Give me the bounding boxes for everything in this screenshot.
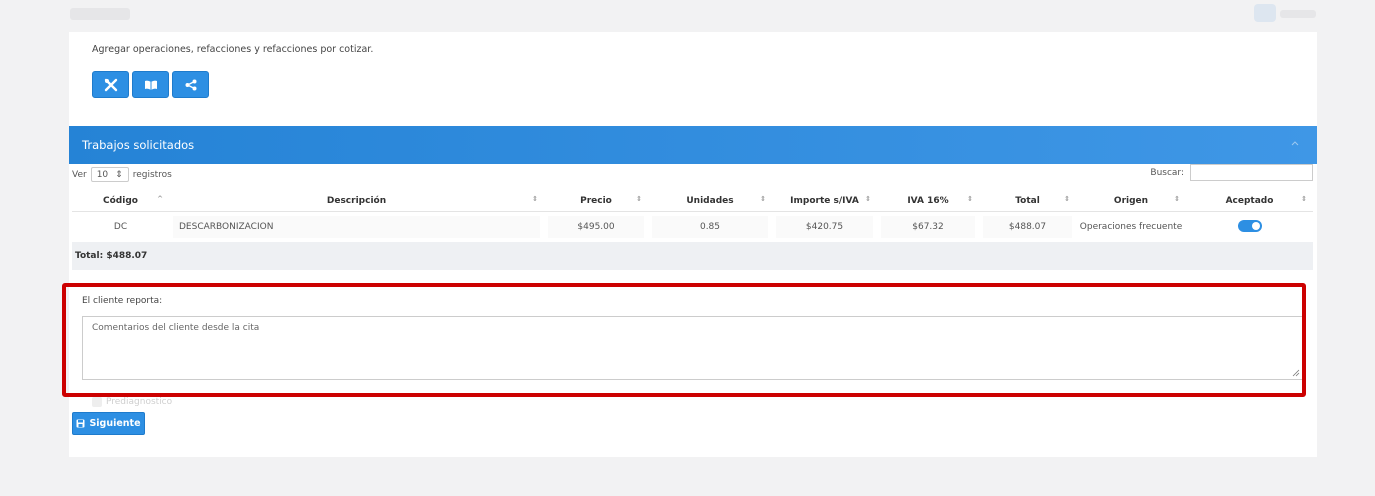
- faded-breadcrumb: [70, 8, 130, 20]
- sort-icon: ⇕: [636, 195, 642, 203]
- prediagnostico-checkbox[interactable]: [92, 397, 102, 407]
- top-bar-faded: [0, 0, 1375, 32]
- cell-unidades: 0.85: [648, 211, 772, 242]
- records-label: registros: [132, 169, 172, 180]
- faded-user-name: [1280, 10, 1316, 18]
- save-icon: [76, 419, 85, 428]
- page-length-control: Ver 10 ⇕ registros: [72, 167, 172, 182]
- intro-text: Agregar operaciones, refacciones y refac…: [92, 44, 374, 55]
- add-items-toolbar: [92, 71, 209, 98]
- sort-asc-icon: ^: [157, 195, 163, 203]
- main-card: Agregar operaciones, refacciones y refac…: [62, 32, 1317, 457]
- prediagnostico-label: Prediagnostico: [106, 397, 173, 407]
- cell-origen: Operaciones frecuente: [1076, 211, 1186, 242]
- next-button-label: Siguiente: [89, 418, 141, 429]
- cell-iva: $67.32: [877, 211, 979, 242]
- col-header-descripcion[interactable]: Descripción ⇕: [169, 190, 544, 212]
- sort-icon: ⇕: [967, 195, 973, 203]
- search-label: Buscar:: [1150, 167, 1184, 178]
- col-header-origen[interactable]: Origen ⇕: [1076, 190, 1186, 212]
- sort-icon: ⇕: [1064, 195, 1070, 203]
- share-icon: [185, 79, 196, 90]
- page-size-value: 10: [96, 169, 109, 180]
- cell-aceptado: [1186, 211, 1313, 242]
- select-arrows-icon: ⇕: [115, 169, 123, 180]
- faded-user-icon: [1254, 4, 1276, 22]
- table-search: Buscar:: [1150, 164, 1313, 181]
- panel-title: Trabajos solicitados: [82, 138, 195, 152]
- search-input[interactable]: [1190, 164, 1313, 181]
- show-label: Ver: [72, 169, 87, 180]
- jobs-panel-header[interactable]: Trabajos solicitados: [69, 126, 1317, 164]
- accepted-toggle[interactable]: [1237, 219, 1262, 232]
- col-header-precio[interactable]: Precio ⇕: [544, 190, 648, 212]
- total-label: Total: $488.07: [72, 242, 1313, 270]
- table-row: DC DESCARBONIZACION $495.00 0.85 $420.75…: [72, 211, 1313, 242]
- tools-icon: [104, 78, 117, 91]
- sort-icon: ⇕: [865, 195, 871, 203]
- col-header-unidades[interactable]: Unidades ⇕: [648, 190, 772, 212]
- cell-total: $488.07: [979, 211, 1076, 242]
- col-header-importe[interactable]: Importe s/IVA ⇕: [772, 190, 877, 212]
- prediagnostico-checkbox-row[interactable]: Prediagnostico: [92, 397, 172, 407]
- cell-precio: $495.00: [544, 211, 648, 242]
- table-header-row: Código ^ Descripción ⇕ Precio ⇕ Unidades ⇕ I…: [72, 190, 1313, 212]
- col-header-codigo[interactable]: Código ^: [72, 190, 169, 212]
- sort-icon: ⇕: [760, 195, 766, 203]
- sort-icon: ⇕: [1301, 195, 1307, 203]
- jobs-table: Código ^ Descripción ⇕ Precio ⇕ Unidades ⇕ I…: [72, 190, 1313, 270]
- col-header-iva[interactable]: IVA 16% ⇕: [877, 190, 979, 212]
- col-header-aceptado[interactable]: Aceptado ⇕: [1186, 190, 1313, 212]
- quote-part-button[interactable]: [172, 71, 209, 98]
- cell-importe: $420.75: [772, 211, 877, 242]
- table-total-row: Total: $488.07: [72, 242, 1313, 270]
- sort-icon: ⇕: [532, 195, 538, 203]
- cell-codigo: DC: [72, 211, 169, 242]
- add-operation-button[interactable]: [92, 71, 129, 98]
- next-button[interactable]: Siguiente: [72, 412, 145, 435]
- page-size-select[interactable]: 10 ⇕: [90, 167, 129, 182]
- highlight-box: [62, 283, 1306, 397]
- add-part-button[interactable]: [132, 71, 169, 98]
- sort-icon: ⇕: [1174, 195, 1180, 203]
- cell-descripcion: DESCARBONIZACION: [169, 211, 544, 242]
- book-icon: [144, 80, 157, 90]
- col-header-total[interactable]: Total ⇕: [979, 190, 1076, 212]
- chevron-up-icon[interactable]: [1291, 139, 1299, 147]
